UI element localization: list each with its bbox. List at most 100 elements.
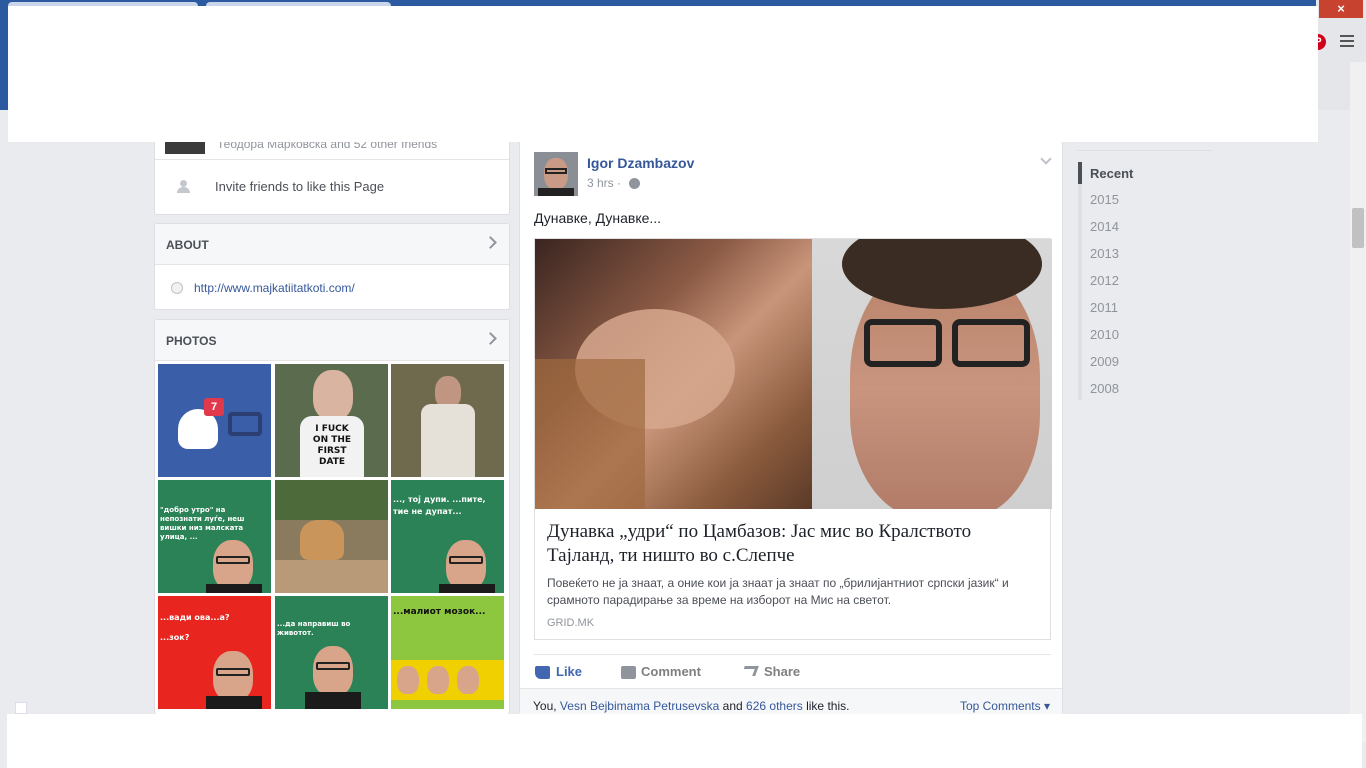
window-close-button[interactable]: × bbox=[1319, 0, 1363, 18]
globe-icon bbox=[629, 178, 640, 189]
photo-caption: ...вади ова...а? ...зок? bbox=[160, 613, 230, 642]
image-man-half bbox=[812, 239, 1052, 509]
photos-title: PHOTOS bbox=[166, 334, 217, 348]
timeline-year-nav: Recent 2015 2014 2013 2012 2011 2010 200… bbox=[1077, 150, 1212, 402]
face-shape bbox=[213, 540, 253, 590]
timeline-item-2014[interactable]: 2014 bbox=[1090, 219, 1119, 234]
scrollbar-thumb[interactable] bbox=[1352, 208, 1364, 248]
comment-button[interactable]: Comment bbox=[641, 664, 701, 679]
top-comments-dropdown[interactable]: Top Comments ▾ bbox=[960, 699, 1050, 713]
blank-overlay-top bbox=[8, 6, 1318, 142]
add-friend-icon bbox=[177, 180, 191, 194]
shirt-shape bbox=[538, 188, 574, 196]
face-shape bbox=[427, 666, 449, 694]
image-woman-half bbox=[535, 239, 812, 509]
nav-rail bbox=[1078, 162, 1082, 400]
photo-thumbnail[interactable]: I FUCK ON THE FIRST DATE bbox=[275, 364, 388, 477]
share-icon[interactable] bbox=[741, 666, 759, 676]
likes-you: You, bbox=[533, 699, 560, 713]
shirt-shape bbox=[206, 696, 262, 709]
photo-caption: ...да направиш во животот. bbox=[277, 620, 351, 637]
divider bbox=[155, 159, 509, 160]
photo-thumbnail[interactable]: ...малиот мозок... bbox=[391, 596, 504, 709]
divider bbox=[1077, 150, 1212, 151]
photo-thumbnail[interactable] bbox=[275, 480, 388, 593]
comment-icon[interactable] bbox=[621, 666, 636, 679]
about-header[interactable]: ABOUT bbox=[155, 224, 509, 265]
website-link[interactable]: http://www.majkatiitatkoti.com/ bbox=[194, 281, 355, 295]
blank-overlay-bottom bbox=[7, 714, 1362, 768]
link-image[interactable] bbox=[535, 239, 1052, 509]
photos-card: PHOTOS 7 I FUCK ON THE FIRST DATE "добро… bbox=[154, 319, 510, 714]
face-shape bbox=[213, 651, 253, 701]
timeline-item-2008[interactable]: 2008 bbox=[1090, 381, 1119, 396]
website-icon bbox=[171, 282, 183, 294]
invite-friends-link[interactable]: Invite friends to like this Page bbox=[215, 179, 384, 194]
about-title: ABOUT bbox=[166, 238, 209, 252]
link-domain: GRID.MK bbox=[547, 617, 595, 629]
shirt-shape bbox=[305, 692, 361, 709]
face-shape bbox=[313, 370, 353, 420]
likes-and: and bbox=[719, 699, 747, 713]
chevron-down-icon[interactable] bbox=[1040, 153, 1052, 165]
photo-thumbnail[interactable] bbox=[391, 364, 504, 477]
face-shape bbox=[446, 540, 486, 590]
post-timestamp[interactable]: 3 hrs · bbox=[587, 176, 621, 190]
author-avatar[interactable] bbox=[534, 152, 578, 196]
stone-shape bbox=[275, 560, 388, 593]
post-author[interactable]: Igor Dzambazov bbox=[587, 155, 694, 171]
post-actions: Like Comment Share bbox=[534, 654, 1051, 688]
foliage-shape bbox=[275, 480, 388, 520]
photo-thumbnail[interactable]: "добро утро" на непознати луѓе, неш вишк… bbox=[158, 480, 271, 593]
link-title[interactable]: Дунавка „удри“ по Цамбазов: Јас мис во К… bbox=[547, 520, 1042, 568]
glasses-shape bbox=[316, 662, 350, 670]
hair-shape bbox=[535, 359, 645, 509]
like-button[interactable]: Like bbox=[556, 664, 582, 679]
timeline-item-2011[interactable]: 2011 bbox=[1090, 300, 1118, 315]
glasses-shape bbox=[216, 668, 250, 676]
face-shape bbox=[544, 158, 568, 190]
about-card: ABOUT http://www.majkatiitatkoti.com/ bbox=[154, 223, 510, 310]
small-checkbox[interactable] bbox=[15, 702, 27, 714]
photo-thumbnail[interactable]: ...вади ова...а? ...зок? bbox=[158, 596, 271, 709]
link-preview[interactable]: Дунавка „удри“ по Цамбазов: Јас мис во К… bbox=[534, 238, 1052, 640]
timeline-item-recent[interactable]: Recent bbox=[1090, 166, 1133, 181]
liker-name-link[interactable]: Vesn Bejbimama Petrusevska bbox=[560, 699, 719, 713]
timeline-item-2012[interactable]: 2012 bbox=[1090, 273, 1119, 288]
chevron-right-icon[interactable] bbox=[484, 236, 497, 249]
share-button[interactable]: Share bbox=[764, 664, 800, 679]
likes-summary: You, Vesn Bejbimama Petrusevska and 626 … bbox=[520, 688, 1062, 714]
photo-caption: ..., тој дупи. ...пите, тие не дупат... bbox=[393, 495, 486, 516]
photos-header[interactable]: PHOTOS bbox=[155, 320, 509, 361]
shirt-shape bbox=[439, 584, 495, 593]
glasses-shape bbox=[545, 168, 567, 174]
glasses-shape bbox=[449, 556, 483, 564]
likes-suffix: like this. bbox=[802, 699, 850, 713]
shirt-text: I FUCK ON THE FIRST DATE bbox=[312, 424, 352, 467]
chevron-right-icon[interactable] bbox=[484, 332, 497, 345]
robe-shape bbox=[421, 404, 475, 477]
timeline-item-2013[interactable]: 2013 bbox=[1090, 246, 1119, 261]
page-scrollbar[interactable] bbox=[1350, 62, 1366, 742]
nav-active-indicator bbox=[1078, 162, 1082, 184]
timeline-item-2009[interactable]: 2009 bbox=[1090, 354, 1119, 369]
browser-menu-icon[interactable] bbox=[1340, 35, 1354, 47]
face-shape bbox=[457, 666, 479, 694]
chat-bubble-icon bbox=[228, 412, 262, 436]
photo-thumbnail[interactable]: 7 bbox=[158, 364, 271, 477]
face-shape bbox=[313, 646, 353, 696]
post-card: Igor Dzambazov 3 hrs · Дунавке, Дунавке.… bbox=[519, 140, 1063, 714]
photo-thumbnail[interactable]: ..., тој дупи. ...пите, тие не дупат... bbox=[391, 480, 504, 593]
notification-badge: 7 bbox=[204, 398, 224, 416]
thumbs-up-icon[interactable] bbox=[535, 666, 550, 679]
likes-others-link[interactable]: 626 others bbox=[746, 699, 803, 713]
timeline-item-2015[interactable]: 2015 bbox=[1090, 192, 1119, 207]
photo-thumbnail[interactable]: ...да направиш во животот. bbox=[275, 596, 388, 709]
likes-text: You, Vesn Bejbimama Petrusevska and 626 … bbox=[533, 699, 849, 713]
glasses-shape bbox=[216, 556, 250, 564]
dog-shape bbox=[300, 520, 344, 560]
shirt-shape bbox=[206, 584, 262, 593]
glasses-shape bbox=[864, 319, 942, 367]
timeline-item-2010[interactable]: 2010 bbox=[1090, 327, 1119, 342]
glasses-shape bbox=[952, 319, 1030, 367]
